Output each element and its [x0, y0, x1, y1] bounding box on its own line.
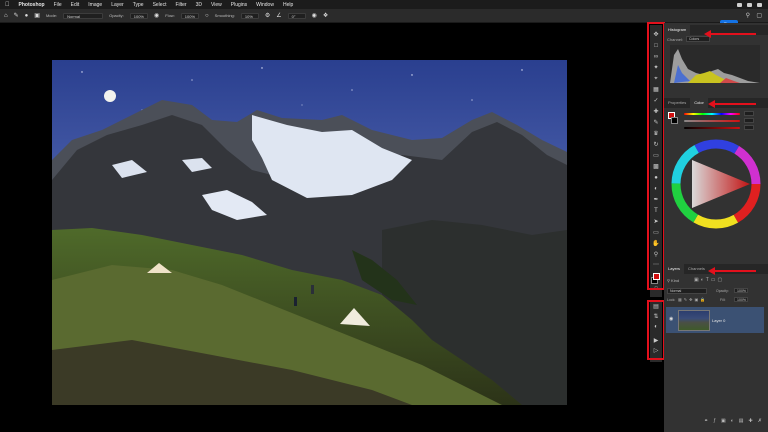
adjustment-layer-icon[interactable]: ◐ — [731, 418, 734, 424]
tools-highlight-box — [647, 22, 665, 290]
menu-plugins[interactable]: Plugins — [231, 2, 247, 8]
new-group-icon[interactable]: ▤ — [739, 418, 744, 424]
menu-filter[interactable]: Filter — [175, 2, 186, 8]
landscape-photo — [52, 60, 567, 405]
menu-select[interactable]: Select — [153, 2, 167, 8]
blend-mode-select[interactable]: Normal — [667, 288, 707, 294]
color-wheel[interactable] — [670, 138, 762, 230]
mode-label: Mode: — [45, 13, 58, 18]
opacity-field[interactable]: 100% — [129, 12, 148, 19]
menu-layer[interactable]: Layer — [111, 2, 124, 8]
options-bar: ⌂ ✎ ● ▣ Mode: Normal Opacity: 100% ◉ Flo… — [0, 9, 768, 28]
smoothing-gear-icon[interactable]: ⚙ — [265, 12, 270, 19]
menu-3d[interactable]: 3D — [196, 2, 202, 8]
pressure-opacity-icon[interactable]: ◉ — [154, 12, 159, 19]
tab-properties[interactable]: Properties — [664, 98, 690, 108]
filter-kind-label: ⚲ Kind — [667, 278, 679, 283]
tab-color[interactable]: Color — [690, 98, 708, 108]
menu-type[interactable]: Type — [133, 2, 144, 8]
layer-filter-icons[interactable]: ▣◐T▭▢ — [694, 277, 724, 283]
home-icon[interactable]: ⌂ — [4, 13, 8, 19]
workspace-icon[interactable]: ▢ — [756, 12, 762, 19]
moon — [104, 90, 116, 102]
brush-settings-icon[interactable]: ● — [25, 13, 29, 19]
histogram-graph — [670, 45, 760, 83]
saturation-slider[interactable] — [684, 120, 740, 122]
brightness-value[interactable] — [744, 125, 754, 130]
apple-menu-icon[interactable]:  — [5, 2, 10, 8]
panel-column: Histogram Channel: Colors Properties Col… — [664, 23, 768, 432]
layers-tabs: Layers Channels — [664, 264, 768, 274]
hue-slider[interactable] — [684, 113, 740, 115]
new-layer-icon[interactable]: ✚ — [748, 418, 752, 424]
hue-value[interactable] — [744, 111, 754, 116]
flow-field[interactable]: 100% — [180, 12, 200, 19]
menu-help[interactable]: Help — [283, 2, 293, 8]
annotation-arrow-color — [708, 100, 756, 108]
menu-bar:  Photoshop File Edit Image Layer Type S… — [0, 0, 768, 9]
smoothing-label: Smoothing: — [214, 13, 235, 18]
airbrush-icon[interactable]: ○ — [205, 13, 209, 19]
fill-field[interactable]: 100% — [734, 297, 748, 302]
opacity-label: Opacity: — [109, 13, 124, 18]
kind-label: Kind — [671, 278, 680, 283]
lock-icons[interactable]: ▦✎✥▣🔒 — [678, 297, 707, 302]
fx-icon[interactable]: ƒ — [713, 418, 716, 424]
brightness-slider[interactable] — [684, 127, 740, 129]
layers-footer-icons: ⚭ ƒ ▣ ◐ ▤ ✚ ✗ — [704, 418, 762, 424]
saturation-value[interactable] — [744, 118, 754, 123]
channel-label: Channel: — [667, 37, 684, 42]
add-mask-icon[interactable]: ▣ — [721, 418, 726, 424]
layer-opacity-label: Opacity: — [716, 289, 729, 293]
menu-edit[interactable]: Edit — [71, 2, 80, 8]
menu-image[interactable]: Image — [88, 2, 102, 8]
pressure-size-icon[interactable]: ◉ — [312, 12, 317, 19]
tab-layers[interactable]: Layers — [664, 264, 685, 274]
mode-select[interactable]: Normal — [63, 12, 104, 19]
lock-label: Lock: — [667, 298, 676, 302]
search-icon[interactable]: ⚲ — [746, 12, 750, 19]
brush-tool-preset-icon[interactable]: ✎ — [14, 12, 19, 19]
color-background-swatch[interactable] — [671, 117, 678, 124]
visibility-eye-icon[interactable]: ◉ — [669, 316, 673, 322]
menu-view[interactable]: View — [211, 2, 222, 8]
tab-channels[interactable]: Channels — [684, 264, 709, 274]
layers-list: ◉ Layer 0 — [664, 307, 768, 337]
brush-panel-icon[interactable]: ▣ — [34, 12, 40, 19]
menu-file[interactable]: File — [54, 2, 62, 8]
angle-icon: ∠ — [276, 13, 282, 19]
tab-histogram[interactable]: Histogram — [664, 25, 691, 35]
annotation-arrow-layers — [708, 267, 756, 275]
document-canvas[interactable] — [52, 60, 567, 405]
symmetry-icon[interactable]: ❖ — [323, 12, 328, 19]
status-icons — [737, 0, 762, 9]
link-layers-icon[interactable]: ⚭ — [704, 418, 708, 424]
delete-layer-icon[interactable]: ✗ — [758, 418, 762, 424]
angle-field[interactable]: 0° — [287, 12, 306, 19]
app-name[interactable]: Photoshop — [19, 2, 45, 8]
layer-thumbnail[interactable] — [678, 310, 710, 331]
layer-opacity-field[interactable]: 100% — [734, 288, 748, 293]
tools-lower-highlight-box — [647, 300, 665, 360]
battery-icon[interactable] — [737, 2, 742, 7]
layer-name[interactable]: Layer 0 — [712, 318, 725, 323]
annotation-arrow-histogram — [704, 30, 756, 38]
menu-window[interactable]: Window — [256, 2, 274, 8]
photoshop-window:  Photoshop File Edit Image Layer Type S… — [0, 0, 768, 432]
control-center-icon[interactable] — [757, 2, 762, 7]
fill-label: Fill: — [720, 298, 726, 302]
flow-label: Flow: — [165, 13, 175, 18]
wifi-icon[interactable] — [747, 2, 752, 7]
layer-row[interactable]: ◉ Layer 0 — [666, 307, 764, 333]
smoothing-field[interactable]: 10% — [240, 12, 259, 19]
